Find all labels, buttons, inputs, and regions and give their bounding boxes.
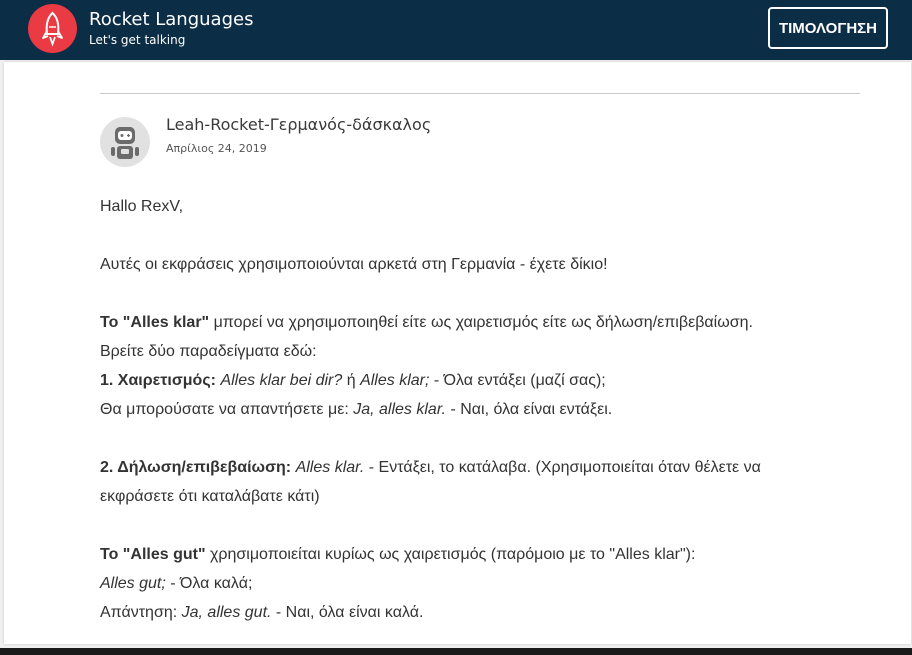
alles-klar-description: μπορεί να χρησιμοποιηθεί είτε ως χαιρετι… — [209, 314, 753, 331]
brand-tagline: Let's get talking — [89, 33, 186, 47]
example-1-reply: Ja, alles klar. — [353, 401, 446, 418]
top-header: Rocket Languages Let's get talking ΤΙΜΟΛ… — [0, 0, 912, 60]
alles-gut-answer-translation: - Ναι, όλα είναι καλά. — [271, 604, 424, 621]
example-1-reply-translation: - Ναι, όλα είναι εντάξει. — [446, 401, 613, 418]
example-1-reply-prefix: Θα μπορούσατε να απαντήσετε με: — [100, 401, 354, 418]
example-2-line: 2. Δήλωση/επιβεβαίωση: Alles klar. - Εντ… — [100, 453, 880, 482]
examples-intro: Βρείτε δύο παραδείγματα εδώ: — [100, 343, 317, 360]
brand-name[interactable]: Rocket Languages — [89, 9, 253, 31]
example-1-label: 1. Χαιρετισμός: — [100, 372, 216, 389]
alles-gut-answer-line: Απάντηση: Ja, alles gut. - Ναι, όλα είνα… — [100, 598, 880, 627]
rocket-logo-icon[interactable] — [28, 4, 77, 53]
post-date: Απρίλιος 24, 2019 — [166, 142, 267, 155]
alles-klar-intro: Το "Alles klar" μπορεί να χρησιμοποιηθεί… — [100, 308, 880, 337]
greeting: Hallo RexV, — [100, 198, 184, 215]
alles-gut-intro: Το "Alles gut" χρησιμοποιείται κυρίως ως… — [100, 540, 880, 569]
alles-klar-heading: Το "Alles klar" — [100, 314, 210, 331]
bottom-bar — [0, 648, 912, 655]
alles-gut-heading: Το "Alles gut" — [100, 546, 206, 563]
alles-gut-example: Alles gut; - Όλα καλά; — [100, 569, 880, 598]
example-1-or: ή — [342, 372, 361, 389]
example-1-translation: - Όλα εντάξει (μαζί σας); — [429, 372, 606, 389]
alles-gut-phrase: Alles gut; — [100, 575, 166, 592]
alles-gut-translation: - Όλα καλά; — [165, 575, 253, 592]
example-1-reply-line: Θα μπορούσατε να απαντήσετε με: Ja, alle… — [100, 395, 880, 424]
example-1-line: 1. Χαιρετισμός: Alles klar bei dir? ή Al… — [100, 366, 880, 395]
divider — [100, 93, 860, 94]
author-name[interactable]: Leah-Rocket-Γερμανός-δάσκαλος — [166, 114, 431, 136]
example-1-phrase-b: Alles klar; — [360, 372, 430, 389]
forum-post-card: Leah-Rocket-Γερμανός-δάσκαλος Απρίλιος 2… — [4, 62, 911, 644]
example-2-label: 2. Δήλωση/επιβεβαίωση: — [100, 459, 292, 476]
intro-paragraph: Αυτές οι εκφράσεις χρησιμοποιούνται αρκε… — [100, 256, 608, 273]
alles-gut-answer: Ja, alles gut. — [181, 604, 272, 621]
alles-gut-description: χρησιμοποιείται κυρίως ως χαιρετισμός (π… — [205, 546, 696, 563]
robot-avatar-icon — [100, 117, 150, 167]
example-2-translation-continued: εκφράσετε ότι καταλάβατε κάτι) — [100, 488, 320, 505]
example-2-translation: - Εντάξει, το κατάλαβα. (Χρησιμοποιείται… — [364, 459, 761, 476]
pricing-button[interactable]: ΤΙΜΟΛΟΓΗΣΗ — [768, 7, 888, 49]
example-1-phrase-a: Alles klar bei dir? — [220, 372, 343, 389]
post-body: Hallo RexV, Αυτές οι εκφράσεις χρησιμοπο… — [100, 192, 880, 627]
example-2-phrase: Alles klar. — [295, 459, 365, 476]
alles-gut-answer-prefix: Απάντηση: — [100, 604, 182, 621]
